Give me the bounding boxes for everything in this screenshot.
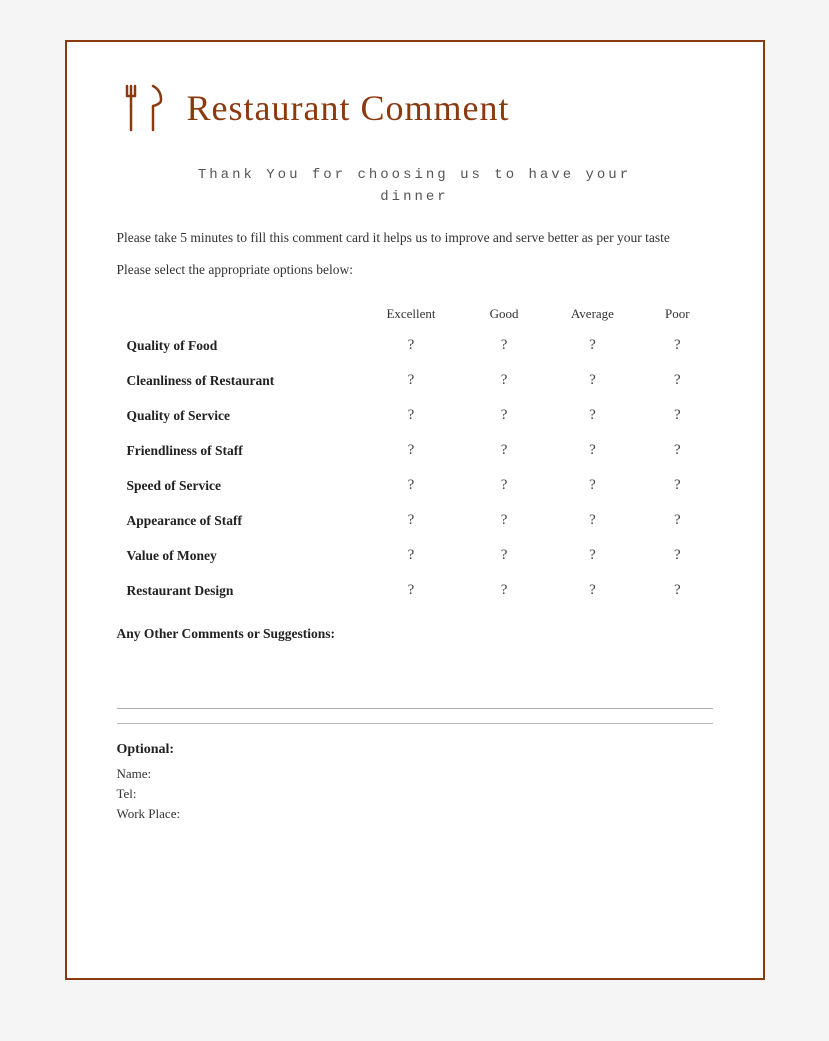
optional-section: Optional: Name: Tel: Work Place: xyxy=(117,742,713,822)
rating-cell[interactable]: ? xyxy=(543,468,643,503)
table-row: Speed of Service???? xyxy=(117,468,713,503)
page-background: Restaurant Comment Thank You for choosin… xyxy=(0,0,829,1041)
optional-title: Optional: xyxy=(117,742,713,758)
col-header-excellent: Excellent xyxy=(357,300,466,328)
card-header: Restaurant Comment xyxy=(117,82,713,134)
row-label: Friendliness of Staff xyxy=(117,433,357,468)
rating-cell[interactable]: ? xyxy=(466,398,543,433)
rating-cell[interactable]: ? xyxy=(466,328,543,363)
section-divider xyxy=(117,723,713,724)
rating-cell[interactable]: ? xyxy=(642,363,712,398)
rating-cell[interactable]: ? xyxy=(642,503,712,538)
table-row: Quality of Food???? xyxy=(117,328,713,363)
row-label: Quality of Food xyxy=(117,328,357,363)
description-text: Please take 5 minutes to fill this comme… xyxy=(117,227,713,249)
rating-cell[interactable]: ? xyxy=(642,433,712,468)
rating-cell[interactable]: ? xyxy=(642,538,712,573)
rating-cell[interactable]: ? xyxy=(466,503,543,538)
table-row: Value of Money???? xyxy=(117,538,713,573)
col-header-average: Average xyxy=(543,300,643,328)
table-row: Friendliness of Staff???? xyxy=(117,433,713,468)
rating-cell[interactable]: ? xyxy=(357,363,466,398)
fork-knife-icon xyxy=(117,82,169,134)
comments-section: Any Other Comments or Suggestions: xyxy=(117,626,713,709)
instruction-text: Please select the appropriate options be… xyxy=(117,262,713,278)
row-label: Restaurant Design xyxy=(117,573,357,608)
rating-cell[interactable]: ? xyxy=(357,433,466,468)
rating-cell[interactable]: ? xyxy=(543,433,643,468)
rating-table: Excellent Good Average Poor Quality of F… xyxy=(117,300,713,608)
rating-cell[interactable]: ? xyxy=(466,433,543,468)
rating-cell[interactable]: ? xyxy=(543,363,643,398)
table-row: Restaurant Design???? xyxy=(117,573,713,608)
optional-tel: Tel: xyxy=(117,786,713,802)
comments-line-1 xyxy=(117,708,713,709)
rating-cell[interactable]: ? xyxy=(543,398,643,433)
thank-you-text: Thank You for choosing us to have your d… xyxy=(117,164,713,209)
rating-cell[interactable]: ? xyxy=(357,468,466,503)
col-header-poor: Poor xyxy=(642,300,712,328)
row-label: Quality of Service xyxy=(117,398,357,433)
col-header-category xyxy=(117,300,357,328)
rating-cell[interactable]: ? xyxy=(466,538,543,573)
row-label: Value of Money xyxy=(117,538,357,573)
comment-card: Restaurant Comment Thank You for choosin… xyxy=(65,40,765,980)
rating-cell[interactable]: ? xyxy=(357,398,466,433)
rating-cell[interactable]: ? xyxy=(357,503,466,538)
card-title: Restaurant Comment xyxy=(187,87,510,129)
row-label: Cleanliness of Restaurant xyxy=(117,363,357,398)
rating-cell[interactable]: ? xyxy=(357,538,466,573)
rating-cell[interactable]: ? xyxy=(357,573,466,608)
rating-cell[interactable]: ? xyxy=(543,328,643,363)
rating-cell[interactable]: ? xyxy=(642,468,712,503)
optional-workplace: Work Place: xyxy=(117,806,713,822)
table-row: Appearance of Staff???? xyxy=(117,503,713,538)
rating-cell[interactable]: ? xyxy=(642,328,712,363)
table-row: Quality of Service???? xyxy=(117,398,713,433)
row-label: Appearance of Staff xyxy=(117,503,357,538)
rating-cell[interactable]: ? xyxy=(466,468,543,503)
comments-space xyxy=(117,672,713,708)
rating-cell[interactable]: ? xyxy=(543,538,643,573)
row-label: Speed of Service xyxy=(117,468,357,503)
optional-name: Name: xyxy=(117,766,713,782)
table-row: Cleanliness of Restaurant???? xyxy=(117,363,713,398)
rating-cell[interactable]: ? xyxy=(543,573,643,608)
rating-cell[interactable]: ? xyxy=(642,573,712,608)
rating-cell[interactable]: ? xyxy=(357,328,466,363)
comments-label: Any Other Comments or Suggestions: xyxy=(117,626,713,642)
table-header-row: Excellent Good Average Poor xyxy=(117,300,713,328)
rating-cell[interactable]: ? xyxy=(642,398,712,433)
rating-cell[interactable]: ? xyxy=(466,573,543,608)
rating-cell[interactable]: ? xyxy=(466,363,543,398)
rating-cell[interactable]: ? xyxy=(543,503,643,538)
col-header-good: Good xyxy=(466,300,543,328)
